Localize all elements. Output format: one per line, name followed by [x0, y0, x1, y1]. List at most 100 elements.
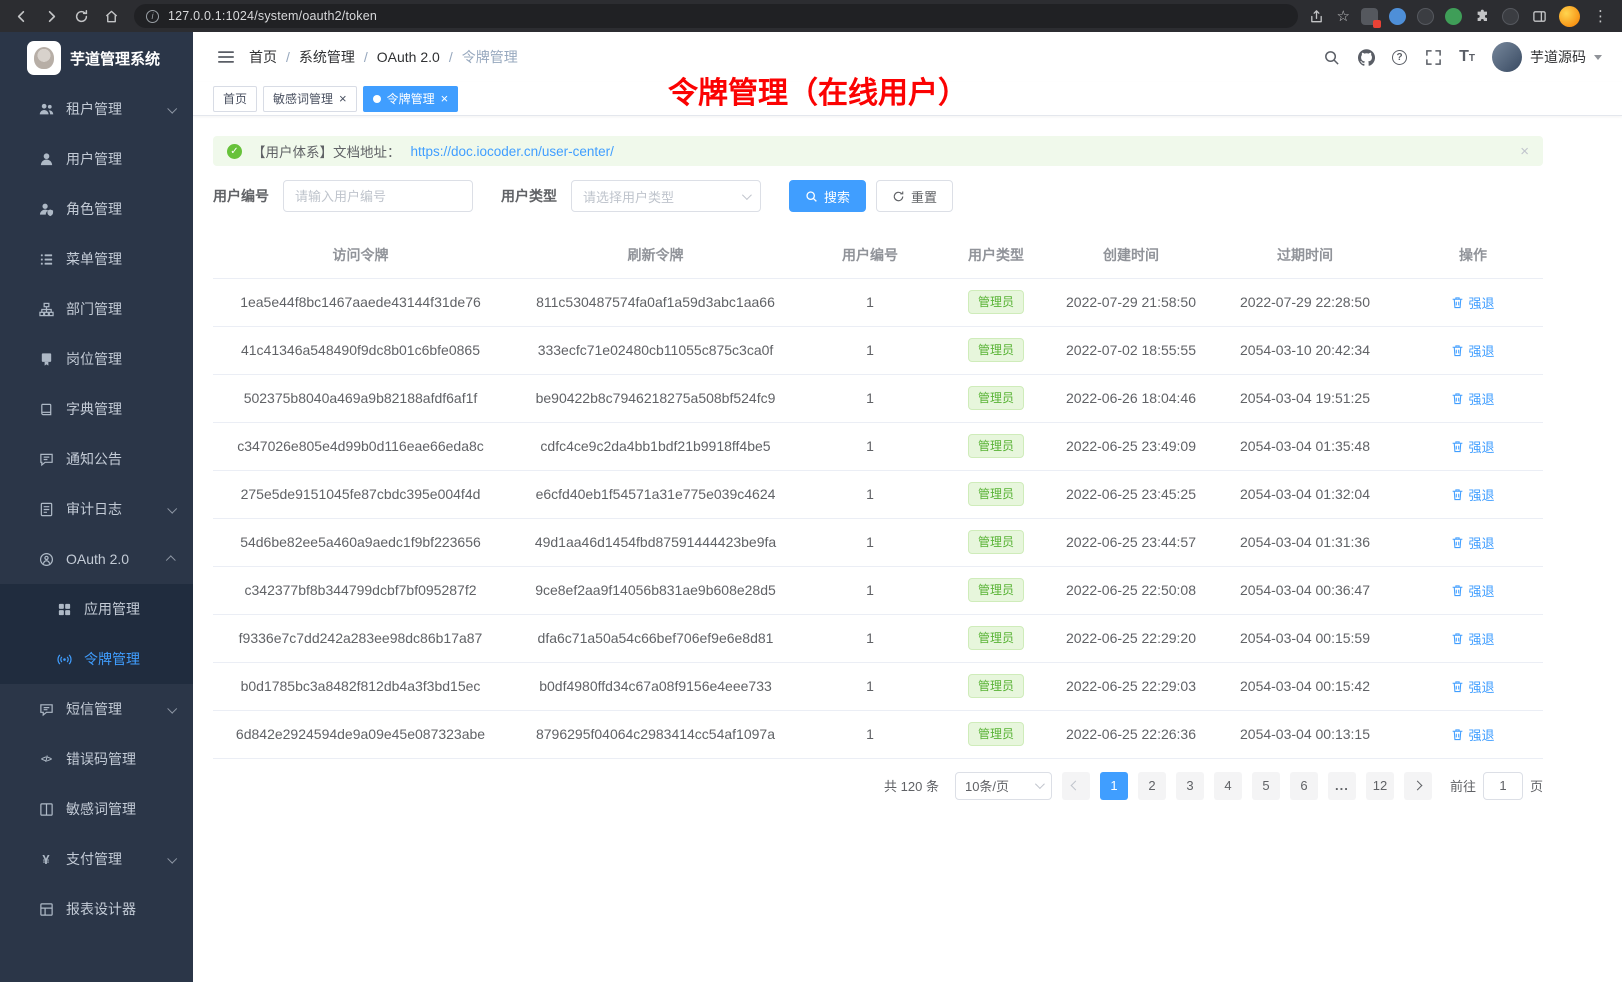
tenant-icon: [38, 101, 54, 117]
refresh-token-cell: b0df4980ffd34c67a08f9156e4eee733: [508, 662, 803, 710]
force-logout-button[interactable]: 强退: [1451, 341, 1494, 360]
created-time-cell: 2022-06-25 22:26:36: [1055, 710, 1207, 758]
force-logout-button[interactable]: 强退: [1451, 485, 1494, 504]
search-button[interactable]: 搜索: [789, 180, 866, 212]
tab-label: 敏感词管理: [273, 90, 333, 107]
reset-button[interactable]: 重置: [876, 180, 953, 212]
sidebar-item-oauth-apps[interactable]: 应用管理: [0, 584, 193, 634]
sidebar-item-notice[interactable]: 通知公告: [0, 434, 193, 484]
alert-close-icon[interactable]: ×: [1520, 143, 1529, 160]
side-panel-icon[interactable]: [1530, 7, 1548, 25]
user-type-cell: 管理员: [937, 518, 1055, 566]
prev-page-button[interactable]: [1062, 772, 1090, 800]
user-type-cell: 管理员: [937, 278, 1055, 326]
force-logout-button[interactable]: 强退: [1451, 533, 1494, 552]
sidebar-item-menu[interactable]: 菜单管理: [0, 234, 193, 284]
extension-icon-dark[interactable]: [1417, 8, 1434, 25]
page-button-2[interactable]: 2: [1138, 772, 1166, 800]
doc-link[interactable]: https://doc.iocoder.cn/user-center/: [411, 144, 614, 159]
sidebar-item-payment[interactable]: ¥ 支付管理: [0, 834, 193, 884]
sidebar-item-report-designer[interactable]: 报表设计器: [0, 884, 193, 934]
browser-address-bar[interactable]: i 127.0.0.1:1024/system/oauth2/token: [134, 4, 1298, 28]
font-size-icon[interactable]: TT: [1459, 49, 1475, 65]
tab-token[interactable]: 令牌管理 ×: [363, 86, 459, 112]
page-button-6[interactable]: 6: [1290, 772, 1318, 800]
access-token-cell: c347026e805e4d99b0d116eae66eda8c: [213, 422, 508, 470]
breadcrumb-system[interactable]: 系统管理: [299, 47, 355, 67]
github-icon[interactable]: [1357, 48, 1375, 66]
force-logout-button[interactable]: 强退: [1451, 389, 1494, 408]
close-icon[interactable]: ×: [441, 92, 449, 105]
user-id-cell: 1: [803, 422, 937, 470]
sidebar-item-oauth[interactable]: OAuth 2.0: [0, 534, 193, 584]
browser-back-button[interactable]: [8, 3, 34, 29]
table-row: 275e5de9151045fe87cbdc395e004f4d e6cfd40…: [213, 470, 1543, 518]
oauth-account-icon: [38, 551, 54, 567]
sidebar-item-user[interactable]: 用户管理: [0, 134, 193, 184]
page-button-3[interactable]: 3: [1176, 772, 1204, 800]
help-icon[interactable]: ?: [1392, 50, 1407, 65]
user-type-select[interactable]: 请选择用户类型: [571, 180, 761, 212]
extensions-puzzle-icon[interactable]: [1473, 7, 1491, 25]
browser-reload-button[interactable]: [68, 3, 94, 29]
site-info-icon[interactable]: i: [146, 10, 159, 23]
bookmark-star-icon[interactable]: ☆: [1337, 7, 1350, 25]
force-logout-button[interactable]: 强退: [1451, 677, 1494, 696]
user-id-input[interactable]: [283, 180, 473, 212]
next-page-button[interactable]: [1404, 772, 1432, 800]
col-user-type: 用户类型: [937, 232, 1055, 278]
tab-home[interactable]: 首页: [213, 86, 257, 112]
sidebar-item-label: 审计日志: [66, 499, 156, 519]
tab-sensitive-word[interactable]: 敏感词管理 ×: [263, 86, 357, 112]
force-logout-button[interactable]: 强退: [1451, 581, 1494, 600]
browser-forward-button[interactable]: [38, 3, 64, 29]
extension-icon-dark-2[interactable]: [1502, 8, 1519, 25]
share-icon[interactable]: [1308, 7, 1326, 25]
force-logout-button[interactable]: 强退: [1451, 437, 1494, 456]
force-logout-button[interactable]: 强退: [1451, 293, 1494, 312]
sidebar-item-sensitive-word[interactable]: 敏感词管理: [0, 784, 193, 834]
sidebar-toggle-icon[interactable]: [217, 48, 235, 66]
org-tree-icon: [38, 301, 54, 317]
user-avatar: [1492, 42, 1522, 72]
breadcrumb-home[interactable]: 首页: [249, 47, 277, 67]
force-logout-button[interactable]: 强退: [1451, 725, 1494, 744]
goto-label: 前往: [1450, 776, 1476, 795]
page-button-5[interactable]: 5: [1252, 772, 1280, 800]
extension-icon-badged[interactable]: [1361, 8, 1378, 25]
sidebar-item-dict[interactable]: 字典管理: [0, 384, 193, 434]
browser-home-button[interactable]: [98, 3, 124, 29]
extension-icon-blue[interactable]: [1389, 8, 1406, 25]
annotation-text: 令牌管理（在线用户）: [668, 68, 968, 112]
sidebar-item-role[interactable]: 角色管理: [0, 184, 193, 234]
extension-icon-green[interactable]: [1445, 8, 1462, 25]
search-icon[interactable]: [1322, 48, 1340, 66]
sidebar-item-tenant[interactable]: 租户管理: [0, 84, 193, 134]
sidebar-item-sms[interactable]: 短信管理: [0, 684, 193, 734]
user-dropdown[interactable]: 芋道源码: [1492, 42, 1602, 72]
browser-menu-icon[interactable]: ⋮: [1591, 7, 1610, 25]
sidebar-item-oauth-token[interactable]: 令牌管理: [0, 634, 193, 684]
app-logo[interactable]: 芋道管理系统: [0, 32, 193, 84]
chevron-down-icon: [167, 703, 177, 713]
user-id-cell: 1: [803, 614, 937, 662]
goto-page-input[interactable]: [1483, 772, 1523, 800]
user-type-badge: 管理员: [968, 626, 1024, 650]
fullscreen-icon[interactable]: [1424, 48, 1442, 66]
user-type-badge: 管理员: [968, 338, 1024, 362]
page-button-4[interactable]: 4: [1214, 772, 1242, 800]
force-logout-button[interactable]: 强退: [1451, 629, 1494, 648]
sidebar-item-dept[interactable]: 部门管理: [0, 284, 193, 334]
close-icon[interactable]: ×: [339, 92, 347, 105]
more-pages-button[interactable]: ...: [1328, 772, 1356, 800]
sidebar-item-audit-log[interactable]: 审计日志: [0, 484, 193, 534]
created-time-cell: 2022-07-02 18:55:55: [1055, 326, 1207, 374]
user-type-badge: 管理员: [968, 482, 1024, 506]
page-button-1[interactable]: 1: [1100, 772, 1128, 800]
browser-profile-avatar[interactable]: [1559, 6, 1580, 27]
sidebar-item-error-code[interactable]: </> 错误码管理: [0, 734, 193, 784]
page-size-select[interactable]: 10条/页: [955, 772, 1052, 800]
sidebar-item-post[interactable]: 岗位管理: [0, 334, 193, 384]
page-button-last[interactable]: 12: [1366, 772, 1394, 800]
breadcrumb-oauth[interactable]: OAuth 2.0: [377, 49, 440, 65]
